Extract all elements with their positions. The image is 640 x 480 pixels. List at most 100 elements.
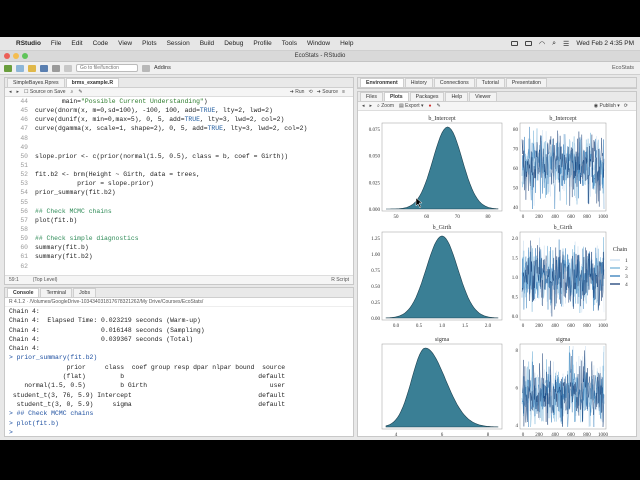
code-line[interactable]: 58 bbox=[5, 225, 353, 234]
menu-view[interactable]: View bbox=[118, 40, 132, 47]
broom-icon[interactable]: ✎ bbox=[437, 103, 441, 109]
source-button[interactable]: ➜ Source bbox=[317, 89, 338, 95]
tab-files[interactable]: Files bbox=[360, 92, 383, 101]
menu-window[interactable]: Window bbox=[307, 40, 330, 47]
line-number: 53 bbox=[20, 180, 28, 188]
line-text: main="Possible Current Understanding") bbox=[35, 98, 208, 105]
run-button[interactable]: ➜ Run bbox=[290, 89, 305, 95]
code-line[interactable]: 56 ## Check MCMC chains bbox=[5, 207, 353, 216]
forward-arrow-icon[interactable]: ▸ bbox=[17, 89, 20, 95]
tab-jobs[interactable]: Jobs bbox=[73, 288, 97, 297]
wifi-icon[interactable]: ◠ bbox=[539, 40, 545, 48]
tab-brms-example[interactable]: brms_example.R bbox=[65, 78, 120, 87]
search-icon[interactable]: ⌕ bbox=[552, 40, 556, 48]
tab-simplebayes[interactable]: SimpleBayes.Rpres bbox=[7, 78, 65, 87]
menu-session[interactable]: Session bbox=[167, 40, 190, 47]
outline-icon[interactable]: ≡ bbox=[342, 89, 345, 95]
file-type[interactable]: R Script bbox=[331, 277, 349, 283]
code-line[interactable]: 47 curve(dgamma(x, scale=1, shape=2), 0, … bbox=[5, 124, 353, 133]
tab-plots[interactable]: Plots bbox=[383, 92, 409, 101]
refresh-icon[interactable]: ⟳ bbox=[624, 103, 628, 109]
addins-menu[interactable]: Addins bbox=[154, 65, 171, 71]
new-file-icon[interactable] bbox=[4, 64, 12, 72]
menu-debug[interactable]: Debug bbox=[224, 40, 243, 47]
menu-file[interactable]: File bbox=[51, 40, 61, 47]
code-line[interactable]: 51 bbox=[5, 161, 353, 170]
next-plot-icon[interactable]: ▸ bbox=[370, 103, 373, 109]
wand-icon[interactable]: ✎ bbox=[78, 89, 82, 95]
code-line[interactable]: 52 fit.b2 <- brm(Height ~ Girth, data = t… bbox=[5, 170, 353, 179]
tab-environment[interactable]: Environment bbox=[360, 78, 404, 87]
rerun-icon[interactable]: ⟲ bbox=[308, 89, 312, 95]
project-menu[interactable]: EcoStats bbox=[612, 65, 640, 71]
window-icon[interactable] bbox=[525, 41, 532, 46]
goto-file-input[interactable]: Go to file/function bbox=[76, 64, 138, 72]
publish-button[interactable]: ◉ Publish ▾ bbox=[594, 103, 620, 109]
close-window-icon[interactable] bbox=[4, 53, 10, 59]
search-code-icon[interactable]: ⌕ bbox=[71, 89, 74, 95]
menu-tools[interactable]: Tools bbox=[282, 40, 297, 47]
screen-icon[interactable] bbox=[511, 41, 518, 46]
code-line[interactable]: 53 prior = slope.prior) bbox=[5, 179, 353, 188]
code-line[interactable]: 46 curve(dunif(x, min=0,max=5), 0, 5, add… bbox=[5, 115, 353, 124]
zoom-button[interactable]: ⌕ Zoom bbox=[377, 103, 394, 109]
trace-x-tick: 400 bbox=[551, 433, 559, 436]
code-line[interactable]: 45 curve(dnorm(x, m=0,sd=100), -100, 100,… bbox=[5, 106, 353, 115]
menubar-clock[interactable]: Wed Feb 2 4:35 PM bbox=[576, 40, 634, 47]
scope-indicator[interactable]: (Top Level) bbox=[33, 277, 58, 283]
menu-edit[interactable]: Edit bbox=[71, 40, 82, 47]
line-number: 49 bbox=[20, 143, 28, 151]
tab-connections[interactable]: Connections bbox=[433, 78, 475, 87]
code-line[interactable]: 48 bbox=[5, 134, 353, 143]
zoom-window-icon[interactable] bbox=[22, 53, 28, 59]
tab-presentation[interactable]: Presentation bbox=[505, 78, 547, 87]
density-title: b_Girth bbox=[433, 225, 452, 231]
code-line[interactable]: 62 bbox=[5, 262, 353, 271]
prev-plot-icon[interactable]: ◂ bbox=[362, 103, 365, 109]
line-text: summary(fit.b2) bbox=[35, 253, 93, 261]
menu-app-name[interactable]: RStudio bbox=[16, 40, 41, 47]
new-project-icon[interactable] bbox=[16, 64, 24, 72]
line-number: 61 bbox=[20, 253, 28, 261]
line-number: 44 bbox=[20, 98, 28, 105]
export-button[interactable]: ▤ Export ▾ bbox=[399, 103, 423, 109]
back-arrow-icon[interactable]: ◂ bbox=[9, 89, 12, 95]
code-line[interactable]: 57 plot(fit.b) bbox=[5, 216, 353, 225]
tab-tutorial[interactable]: Tutorial bbox=[475, 78, 505, 87]
print-icon[interactable] bbox=[64, 64, 72, 72]
menu-profile[interactable]: Profile bbox=[253, 40, 271, 47]
menu-help[interactable]: Help bbox=[340, 40, 353, 47]
tab-history[interactable]: History bbox=[404, 78, 433, 87]
code-line[interactable]: 54 prior_summary(fit.b2) bbox=[5, 188, 353, 197]
density-x-tick: 1.0 bbox=[439, 324, 446, 329]
menu-code[interactable]: Code bbox=[93, 40, 109, 47]
console-output[interactable]: Chain 4: Chain 4: Elapsed Time: 0.023219 … bbox=[5, 307, 353, 436]
code-line[interactable]: 59 ## Check simple diagnostics bbox=[5, 234, 353, 243]
trace-x-tick: 200 bbox=[535, 433, 543, 436]
code-line[interactable]: 44 main="Possible Current Understanding"… bbox=[5, 97, 353, 106]
open-file-icon[interactable] bbox=[28, 64, 36, 72]
console-line: > prior_summary(fit.b2) bbox=[9, 354, 98, 362]
code-editor[interactable]: 44 main="Possible Current Understanding"… bbox=[5, 97, 353, 275]
tab-viewer[interactable]: Viewer bbox=[469, 92, 497, 101]
save-icon[interactable] bbox=[40, 64, 48, 72]
tab-console[interactable]: Console bbox=[7, 288, 40, 297]
code-line[interactable]: 49 bbox=[5, 143, 353, 152]
save-all-icon[interactable] bbox=[52, 64, 60, 72]
tab-terminal[interactable]: Terminal bbox=[40, 288, 73, 297]
code-line[interactable]: 50 slope.prior <- c(prior(normal(1.5, 0.5… bbox=[5, 152, 353, 161]
tab-packages[interactable]: Packages bbox=[409, 92, 445, 101]
menu-plots[interactable]: Plots bbox=[142, 40, 156, 47]
code-line[interactable]: 61 summary(fit.b2) bbox=[5, 252, 353, 261]
code-line[interactable]: 55 bbox=[5, 198, 353, 207]
console-line: student_t(3, 0, 5.9) sigma default bbox=[9, 400, 286, 408]
tab-help[interactable]: Help bbox=[445, 92, 469, 101]
menu-build[interactable]: Build bbox=[200, 40, 214, 47]
source-on-save-checkbox[interactable]: ☐ Source on Save bbox=[24, 89, 65, 95]
remove-plot-icon[interactable]: ● bbox=[429, 103, 432, 109]
control-center-icon[interactable]: ☰ bbox=[563, 40, 569, 48]
minimize-window-icon[interactable] bbox=[13, 53, 19, 59]
code-line[interactable]: 60 summary(fit.b) bbox=[5, 243, 353, 252]
console-line: Chain 4: bbox=[9, 345, 40, 353]
workspace-panes-icon[interactable] bbox=[142, 64, 150, 72]
